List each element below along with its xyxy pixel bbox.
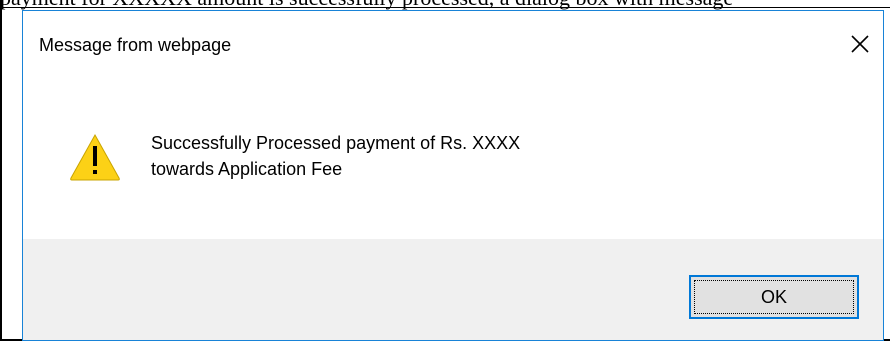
- close-button[interactable]: [845, 29, 875, 59]
- ok-button-label: OK: [760, 286, 787, 307]
- message-dialog: Message from webpage Successfully Proces…: [22, 10, 884, 341]
- background-document-text: payment for XXXXX amount is successfully…: [0, 0, 890, 10]
- close-icon: [851, 35, 869, 53]
- dialog-content: Successfully Processed payment of Rs. XX…: [23, 79, 883, 239]
- dialog-footer: OK: [23, 239, 883, 340]
- dialog-message: Successfully Processed payment of Rs. XX…: [151, 130, 520, 182]
- ok-button[interactable]: OK: [689, 275, 859, 319]
- dialog-titlebar[interactable]: Message from webpage: [23, 11, 883, 79]
- frame-border-left: [0, 0, 2, 341]
- warning-icon: [70, 133, 120, 181]
- frame-border-top: [0, 7, 890, 8]
- dialog-title: Message from webpage: [39, 35, 232, 55]
- message-line-1: Successfully Processed payment of Rs. XX…: [151, 133, 521, 153]
- page: payment for XXXXX amount is successfully…: [0, 0, 890, 341]
- message-line-2: towards Application Fee: [151, 159, 343, 179]
